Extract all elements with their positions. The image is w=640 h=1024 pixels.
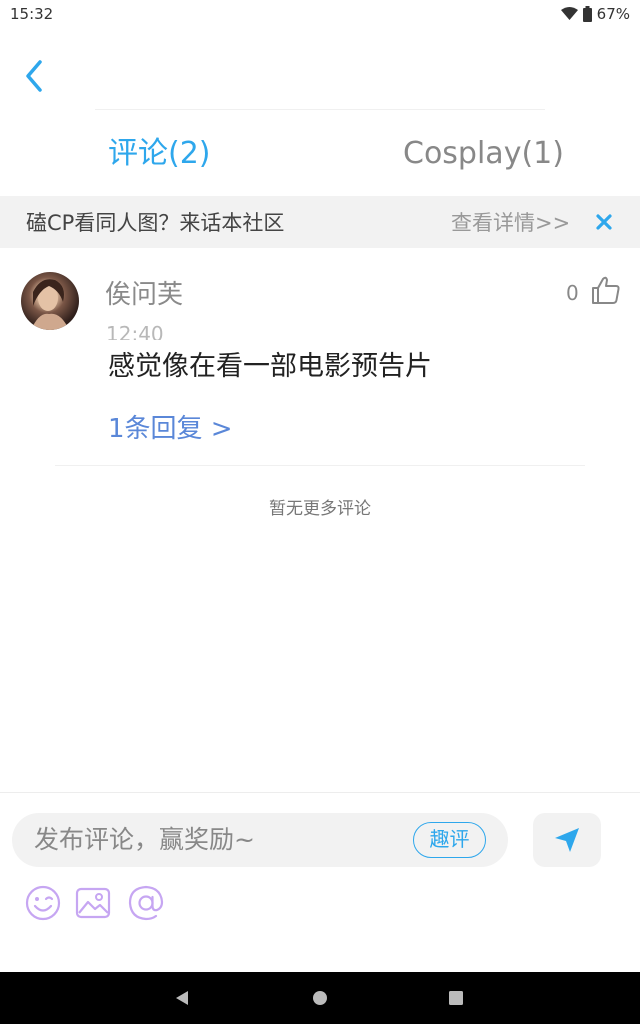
nav-recents-button[interactable] bbox=[444, 986, 468, 1010]
comment-divider bbox=[55, 465, 585, 466]
circle-home-icon bbox=[313, 991, 327, 1005]
like-button[interactable] bbox=[590, 274, 622, 306]
back-button[interactable] bbox=[14, 54, 54, 98]
battery-level: 67% bbox=[596, 5, 630, 23]
wifi-icon bbox=[560, 7, 578, 21]
square-recents-icon bbox=[449, 991, 463, 1005]
comment-author[interactable]: 俟问芙 bbox=[105, 274, 183, 311]
emoji-icon bbox=[25, 885, 61, 921]
tab-cosplay[interactable]: Cosplay(1) bbox=[403, 128, 564, 180]
triangle-back-icon bbox=[176, 991, 188, 1005]
like-count: 0 bbox=[566, 281, 579, 305]
system-nav-bar bbox=[0, 972, 640, 1024]
status-time: 15:32 bbox=[10, 5, 54, 23]
header-divider bbox=[95, 109, 545, 110]
fun-review-button[interactable]: 趣评 bbox=[413, 822, 486, 858]
nav-home-button[interactable] bbox=[308, 986, 332, 1010]
image-button[interactable] bbox=[73, 883, 113, 923]
nav-back-button[interactable] bbox=[170, 986, 194, 1010]
status-icons: 67% bbox=[560, 5, 630, 23]
comment-input[interactable]: 发布评论，赢奖励~ 趣评 bbox=[12, 813, 508, 867]
chevron-left-icon bbox=[26, 60, 42, 92]
tab-bar: 评论(2) Cosplay(1) bbox=[0, 128, 640, 180]
image-icon bbox=[75, 887, 111, 919]
comment-item: 俟问芙 12:40 0 感觉像在看一部电影预告片 1条回复 > bbox=[0, 266, 640, 466]
banner-close-button[interactable] bbox=[590, 208, 618, 236]
no-more-comments: 暂无更多评论 bbox=[269, 499, 371, 519]
comment-time: 12:40 bbox=[106, 322, 164, 340]
comment-input-placeholder: 发布评论，赢奖励~ bbox=[34, 825, 255, 854]
comment-composer: 发布评论，赢奖励~ 趣评 bbox=[0, 792, 640, 972]
battery-icon bbox=[582, 6, 592, 22]
mention-button[interactable] bbox=[126, 883, 166, 923]
avatar-image bbox=[31, 279, 69, 330]
at-icon bbox=[128, 885, 164, 921]
banner-details-link[interactable]: 查看详情>> bbox=[451, 207, 570, 237]
promo-banner: 磕CP看同人图？来话本社区 查看详情>> bbox=[0, 196, 640, 248]
send-icon bbox=[555, 828, 579, 852]
view-replies-link[interactable]: 1条回复 > bbox=[108, 408, 233, 445]
avatar[interactable] bbox=[21, 272, 79, 330]
thumbs-up-icon bbox=[592, 276, 620, 304]
tab-comments[interactable]: 评论(2) bbox=[108, 128, 211, 180]
emoji-button[interactable] bbox=[23, 883, 63, 923]
comment-text: 感觉像在看一部电影预告片 bbox=[108, 351, 432, 382]
send-button[interactable] bbox=[533, 813, 601, 867]
banner-text: 磕CP看同人图？来话本社区 bbox=[26, 211, 285, 235]
close-icon bbox=[596, 214, 612, 230]
status-bar: 15:32 67% bbox=[0, 0, 640, 28]
